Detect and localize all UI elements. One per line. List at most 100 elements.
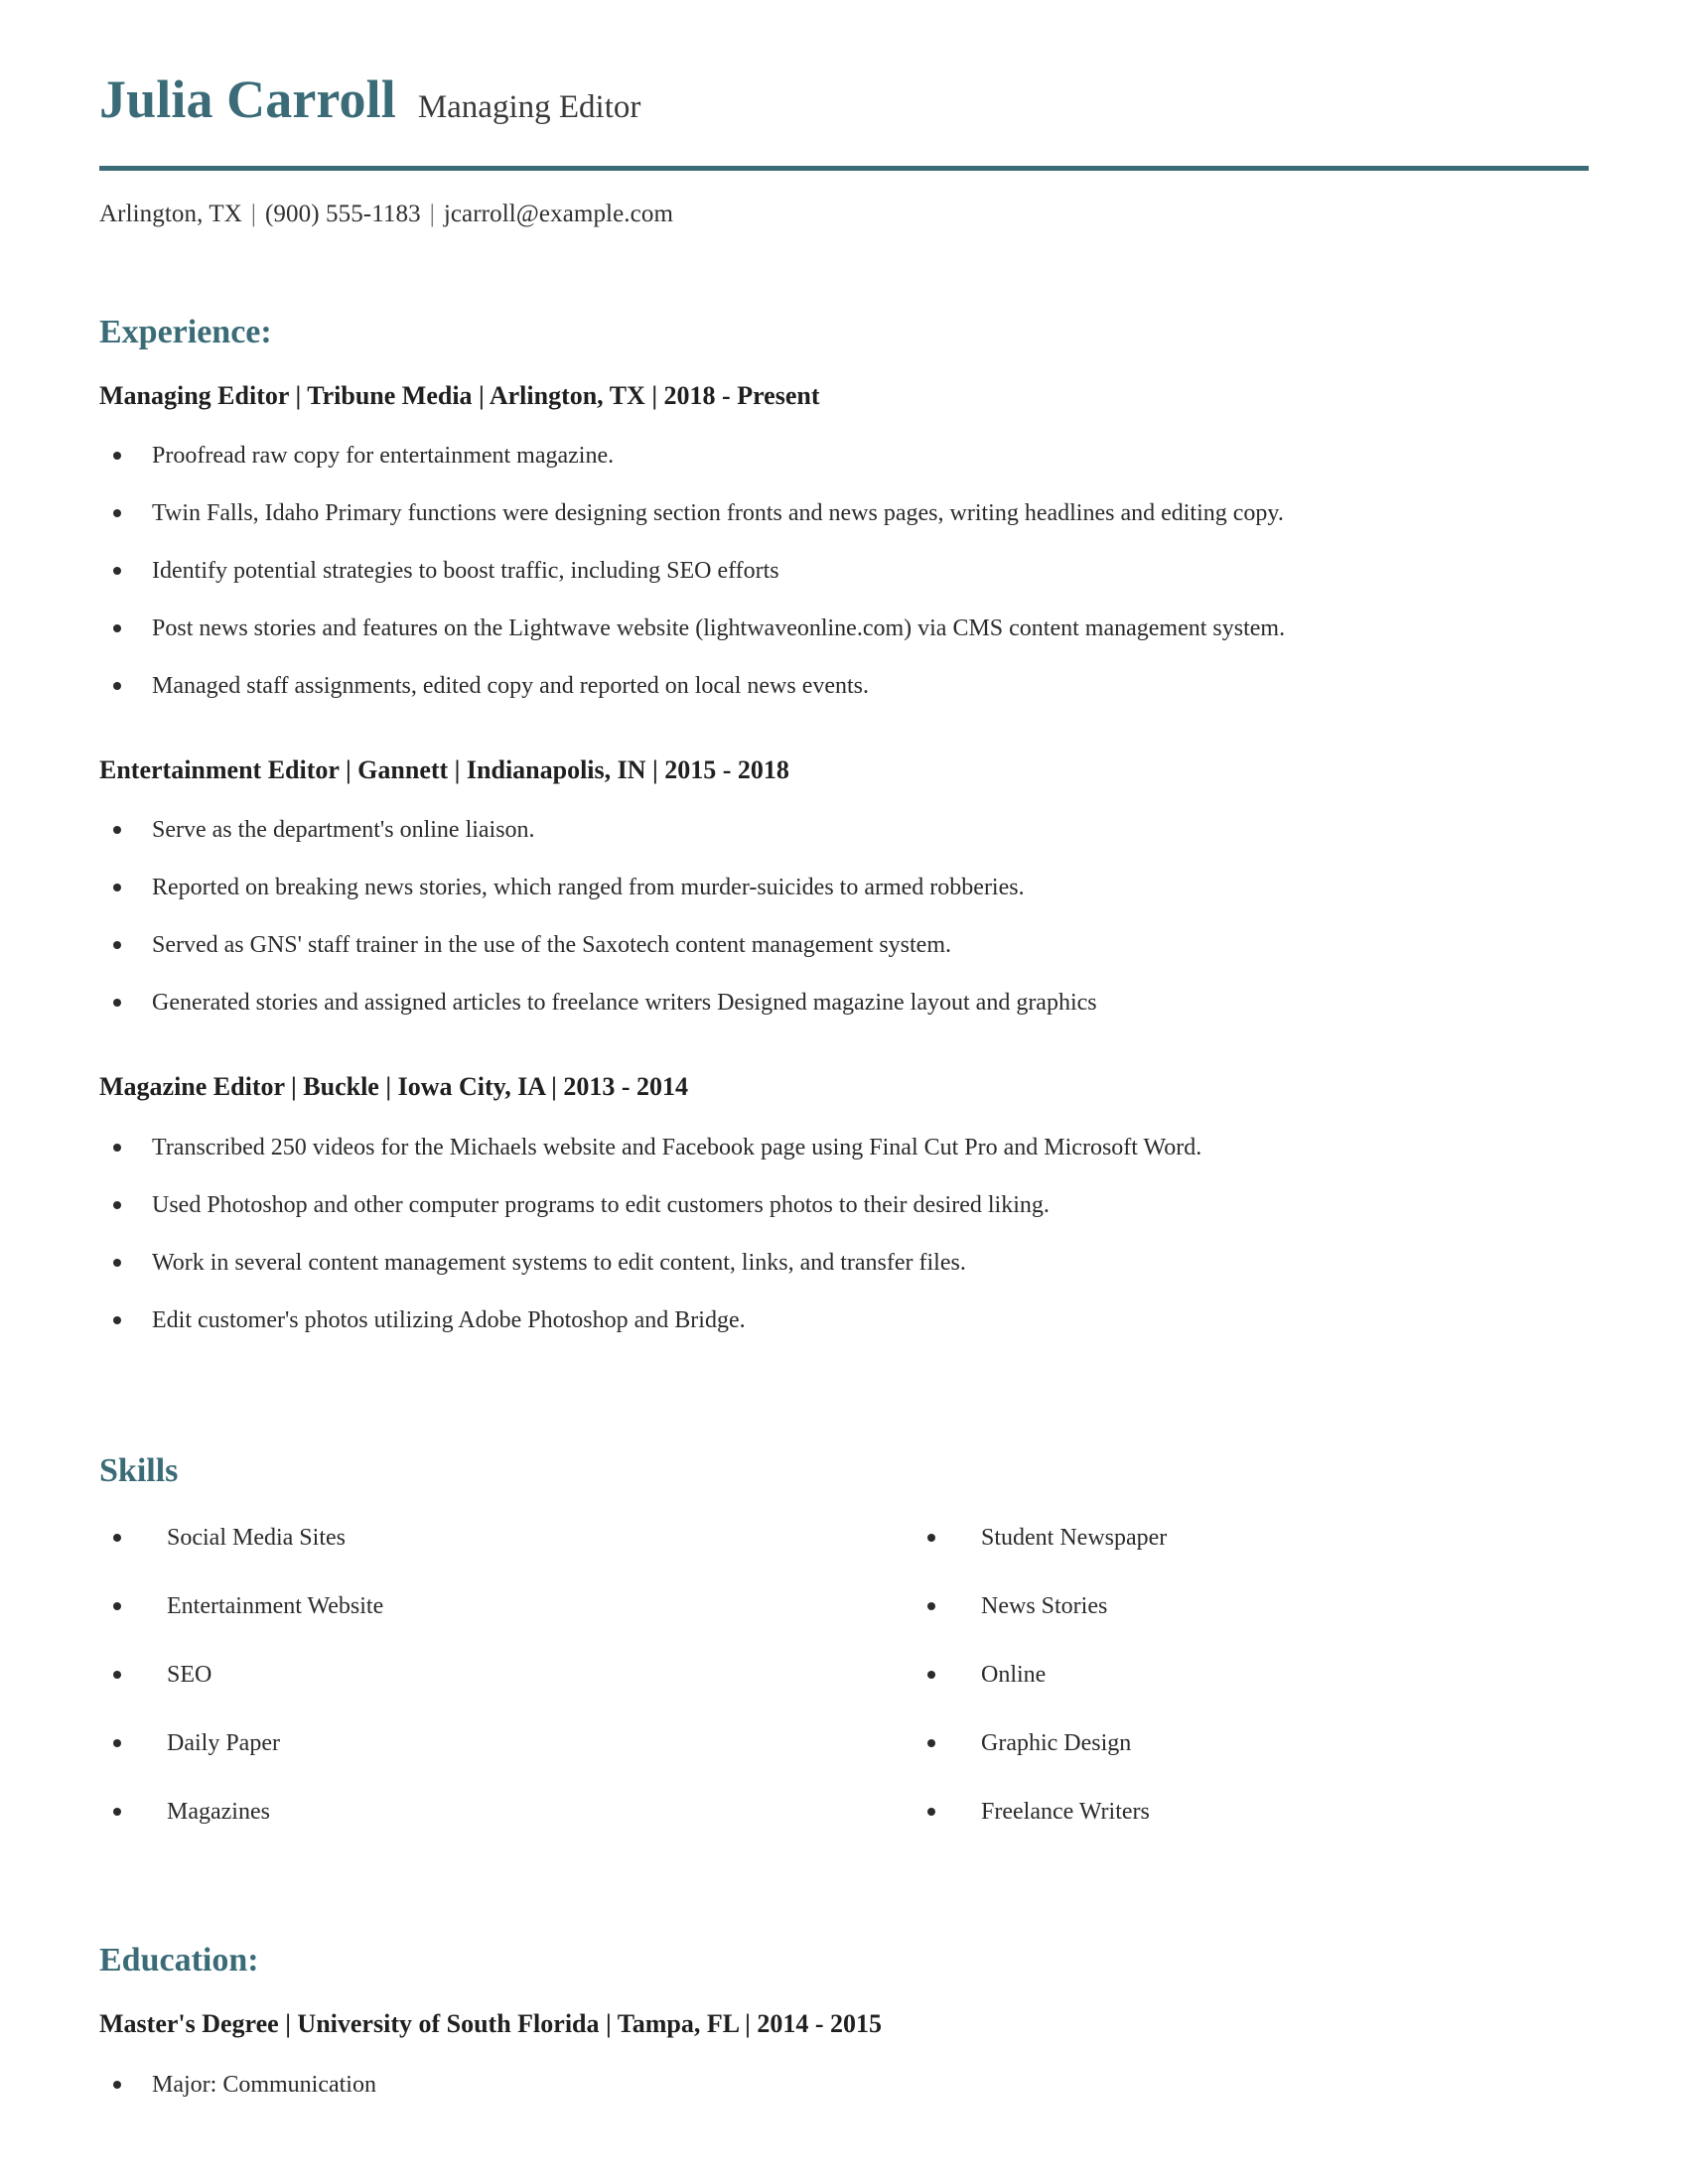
bullet-text: Twin Falls, Idaho Primary functions were… bbox=[152, 500, 1284, 527]
bullet-icon bbox=[927, 1534, 935, 1543]
bullet-icon bbox=[113, 1315, 121, 1324]
experience-entry-heading: Entertainment Editor | Gannett | Indiana… bbox=[99, 755, 789, 785]
experience-heading: Experience: bbox=[99, 313, 272, 350]
bullet-icon bbox=[113, 826, 121, 835]
skill-item: Freelance Writers bbox=[914, 1797, 1589, 1827]
contact-email: jcarroll@example.com bbox=[443, 200, 673, 227]
contact-location: Arlington, TX bbox=[99, 200, 242, 227]
bullet-icon bbox=[113, 884, 121, 892]
skill-label: Entertainment Website bbox=[167, 1593, 384, 1620]
candidate-name: Julia Carroll bbox=[99, 69, 396, 129]
bullet-text: Post news stories and features on the Li… bbox=[152, 615, 1286, 642]
skill-item: Magazines bbox=[99, 1797, 844, 1827]
name-title-line: Julia Carroll Managing Editor bbox=[99, 71, 1589, 128]
skill-label: Social Media Sites bbox=[167, 1525, 346, 1552]
bullet-icon bbox=[113, 1739, 121, 1748]
skill-label: Graphic Design bbox=[981, 1730, 1132, 1757]
skill-item: Social Media Sites bbox=[99, 1523, 844, 1553]
experience-bullet-list: Serve as the department's online liaison… bbox=[99, 785, 1589, 1018]
skill-label: Daily Paper bbox=[167, 1730, 280, 1757]
bullet-item: Used Photoshop and other computer progra… bbox=[99, 1190, 1589, 1220]
bullet-text: Work in several content management syste… bbox=[152, 1249, 966, 1276]
bullet-item: Generated stories and assigned articles … bbox=[99, 988, 1589, 1018]
bullet-item: Served as GNS' staff trainer in the use … bbox=[99, 930, 1589, 960]
skill-item: News Stories bbox=[914, 1591, 1589, 1621]
skill-label: SEO bbox=[167, 1662, 212, 1689]
bullet-text: Serve as the department's online liaison… bbox=[152, 817, 535, 844]
skill-label: Magazines bbox=[167, 1799, 270, 1826]
bullet-item: Major: Communication bbox=[99, 2070, 1589, 2100]
skill-item: Graphic Design bbox=[914, 1728, 1589, 1758]
bullet-icon bbox=[113, 941, 121, 950]
bullet-text: Reported on breaking news stories, which… bbox=[152, 875, 1025, 901]
education-section: Education: Master's Degree | University … bbox=[99, 1827, 1589, 2100]
bullet-text: Identify potential strategies to boost t… bbox=[152, 558, 779, 585]
bullet-icon bbox=[927, 1739, 935, 1748]
contact-separator-2: | bbox=[429, 200, 435, 227]
bullet-item: Serve as the department's online liaison… bbox=[99, 815, 1589, 845]
bullet-item: Work in several content management syste… bbox=[99, 1248, 1589, 1278]
bullet-icon bbox=[113, 682, 121, 691]
experience-section: Experience: Managing Editor | Tribune Me… bbox=[99, 228, 1589, 1335]
skill-item: Online bbox=[914, 1660, 1589, 1690]
bullet-item: Managed staff assignments, edited copy a… bbox=[99, 671, 1589, 701]
bullet-icon bbox=[927, 1602, 935, 1611]
skills-section: Skills Social Media Sites Entertainment … bbox=[99, 1335, 1589, 1827]
education-bullet-list: Major: Communication bbox=[99, 2040, 1589, 2100]
bullet-item: Identify potential strategies to boost t… bbox=[99, 556, 1589, 586]
resume-header: Julia Carroll Managing Editor Arlington,… bbox=[99, 0, 1589, 228]
bullet-text: Used Photoshop and other computer progra… bbox=[152, 1191, 1050, 1218]
experience-entry: Magazine Editor | Buckle | Iowa City, IA… bbox=[99, 1071, 1589, 1334]
bullet-text: Transcribed 250 videos for the Michaels … bbox=[152, 1134, 1202, 1160]
skill-label: Online bbox=[981, 1662, 1047, 1689]
experience-entry: Managing Editor | Tribune Media | Arling… bbox=[99, 380, 1589, 701]
bullet-icon bbox=[113, 1143, 121, 1152]
header-divider bbox=[99, 165, 1589, 171]
skills-grid: Social Media Sites Entertainment Website… bbox=[99, 1489, 1589, 1827]
contact-phone: (900) 555-1183 bbox=[265, 200, 421, 227]
bullet-text: Edit customer's photos utilizing Adobe P… bbox=[152, 1306, 746, 1333]
skill-label: Freelance Writers bbox=[981, 1799, 1150, 1826]
contact-separator-1: | bbox=[250, 200, 256, 227]
experience-bullet-list: Transcribed 250 videos for the Michaels … bbox=[99, 1103, 1589, 1335]
skill-label: Student Newspaper bbox=[981, 1525, 1168, 1552]
bullet-icon bbox=[113, 1258, 121, 1267]
resume-page: Julia Carroll Managing Editor Arlington,… bbox=[0, 0, 1688, 2184]
bullet-icon bbox=[113, 1602, 121, 1611]
skills-heading: Skills bbox=[99, 1451, 179, 1489]
bullet-text: Managed staff assignments, edited copy a… bbox=[152, 673, 870, 700]
bullet-text: Generated stories and assigned articles … bbox=[152, 990, 1097, 1017]
experience-bullet-list: Proofread raw copy for entertainment mag… bbox=[99, 411, 1589, 701]
bullet-item: Transcribed 250 videos for the Michaels … bbox=[99, 1133, 1589, 1162]
bullet-icon bbox=[113, 2080, 121, 2089]
skills-column-left: Social Media Sites Entertainment Website… bbox=[99, 1505, 844, 1827]
skill-item: Daily Paper bbox=[99, 1728, 844, 1758]
education-entry-heading: Master's Degree | University of South Fl… bbox=[99, 2009, 882, 2039]
bullet-icon bbox=[113, 509, 121, 518]
skill-item: SEO bbox=[99, 1660, 844, 1690]
bullet-icon bbox=[927, 1808, 935, 1817]
skill-item: Entertainment Website bbox=[99, 1591, 844, 1621]
candidate-job-title: Managing Editor bbox=[417, 89, 641, 125]
skill-label: News Stories bbox=[981, 1593, 1108, 1620]
contact-line: Arlington, TX | (900) 555-1183 | jcarroll@ex… bbox=[99, 201, 1589, 228]
bullet-icon bbox=[113, 1808, 121, 1817]
education-entry: Master's Degree | University of South Fl… bbox=[99, 2008, 1589, 2099]
bullet-item: Reported on breaking news stories, which… bbox=[99, 873, 1589, 902]
skills-column-right: Student Newspaper News Stories Online Gr… bbox=[844, 1505, 1589, 1827]
bullet-text: Served as GNS' staff trainer in the use … bbox=[152, 932, 951, 959]
bullet-icon bbox=[113, 452, 121, 461]
bullet-item: Twin Falls, Idaho Primary functions were… bbox=[99, 498, 1589, 528]
bullet-icon bbox=[113, 1671, 121, 1680]
bullet-text: Proofread raw copy for entertainment mag… bbox=[152, 443, 615, 470]
experience-entry: Entertainment Editor | Gannett | Indiana… bbox=[99, 754, 1589, 1018]
bullet-item: Post news stories and features on the Li… bbox=[99, 614, 1589, 643]
bullet-item: Edit customer's photos utilizing Adobe P… bbox=[99, 1305, 1589, 1335]
bullet-item: Proofread raw copy for entertainment mag… bbox=[99, 441, 1589, 471]
bullet-icon bbox=[927, 1671, 935, 1680]
bullet-text: Major: Communication bbox=[152, 2071, 376, 2098]
bullet-icon bbox=[113, 1534, 121, 1543]
experience-entry-heading: Managing Editor | Tribune Media | Arling… bbox=[99, 381, 820, 411]
bullet-icon bbox=[113, 999, 121, 1008]
bullet-icon bbox=[113, 567, 121, 576]
